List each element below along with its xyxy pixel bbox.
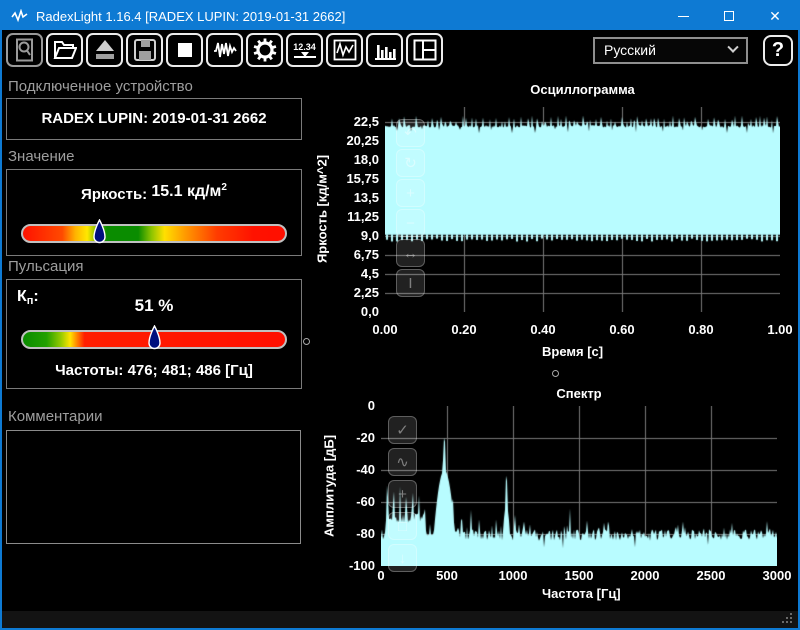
curve-icon: ∿ <box>396 454 409 471</box>
luminance-marker-icon <box>93 219 106 244</box>
oscillogram-xlabel: Время [с] <box>542 344 604 359</box>
spectrum-canvas[interactable] <box>381 406 777 566</box>
zoom-in-button[interactable]: + <box>396 179 425 207</box>
pulsation-section-header: Пульсация <box>8 258 84 275</box>
spectrum-xtick: 3000 <box>762 568 792 583</box>
spectrum-xtick: 1000 <box>498 568 528 583</box>
cursor-icon: I <box>408 274 413 292</box>
pulsation-box: Кп: 51 % Частоты: 476; 481; 486 [Гц] <box>6 279 302 389</box>
zoom-in-icon: + <box>406 184 415 202</box>
pulsation-marker-icon <box>148 325 161 350</box>
value-section-header: Значение <box>8 148 75 165</box>
spectrum-ytick: -60 <box>356 494 375 509</box>
luminance-scale-bar <box>21 219 287 244</box>
oscillogram-ytick: 22,5 <box>353 114 379 129</box>
oscillogram-ytick: 18,0 <box>353 152 379 167</box>
spectrum-xtick: 500 <box>436 568 458 583</box>
spectrum-ytick: -20 <box>356 430 375 445</box>
oscillogram-ytick: 4,5 <box>360 266 379 281</box>
oscillogram-ytick: 9,0 <box>360 228 379 243</box>
pulsation-value: 51 % <box>134 296 174 315</box>
oscillogram-ytick: 11,25 <box>347 209 379 224</box>
pulsation-scale-bar <box>21 325 287 350</box>
oscillogram-ytick: 15,75 <box>346 171 379 186</box>
resize-grip[interactable] <box>782 613 793 624</box>
device-box: RADEX LUPIN: 2019-01-31 2662 <box>6 98 302 140</box>
device-name: RADEX LUPIN: 2019-01-31 2662 <box>41 110 267 127</box>
oscillogram-xtick: 0.00 <box>372 322 398 337</box>
oscillogram-xtick: 0.20 <box>451 322 477 337</box>
oscillogram-ytick: 13,5 <box>353 190 379 205</box>
frequencies-text: Частоты: 476; 481; 486 [Гц] <box>55 362 253 379</box>
undo-icon: ↶ <box>404 125 417 142</box>
check-button[interactable]: ✓ <box>388 416 417 444</box>
spectrum-tools: ✓ ∿ + □ ↓ <box>388 416 417 572</box>
spectrum-xlabel: Частота [Гц] <box>542 586 621 601</box>
plus-icon: + <box>398 485 407 503</box>
check-icon: ✓ <box>396 422 409 439</box>
dot-marker-center <box>552 370 559 377</box>
spectrum-ytick: -80 <box>356 526 375 541</box>
dot-marker-left <box>303 338 310 345</box>
undo-button[interactable]: ↶ <box>396 119 425 147</box>
oscillogram-canvas[interactable] <box>385 107 780 312</box>
oscillogram-ytick: 2,25 <box>353 285 379 300</box>
oscillogram-ytick: 20,25 <box>346 133 379 148</box>
comments-input[interactable] <box>6 430 301 544</box>
download-icon: ↓ <box>398 549 407 567</box>
device-section-header: Подключенное устройство <box>8 78 193 95</box>
oscillogram-ytick: 6,75 <box>353 247 379 262</box>
refresh-button[interactable]: ↻ <box>396 149 425 177</box>
luminance-readout: Яркость: 15.1 кд/м2 <box>81 182 227 203</box>
oscillogram-xtick: 0.40 <box>530 322 556 337</box>
spectrum-xtick: 2000 <box>630 568 660 583</box>
oscillogram-tools: ↶ ↻ + − ↔ I <box>396 119 425 297</box>
cursor-button[interactable]: I <box>396 269 425 297</box>
value-box: Яркость: 15.1 кд/м2 <box>6 169 302 256</box>
spectrum-xtick: 0 <box>377 568 385 583</box>
curve-button[interactable]: ∿ <box>388 448 417 476</box>
spectrum-ytick: -40 <box>356 462 375 477</box>
spectrum-ylabel: Амплитуда [дБ] <box>321 434 337 538</box>
main-content: Подключенное устройство RADEX LUPIN: 201… <box>2 2 798 628</box>
zoom-out-icon: − <box>406 214 415 232</box>
spectrum-xtick: 2500 <box>696 568 726 583</box>
spectrum-ytick: 0 <box>367 398 375 413</box>
luminance-label: Яркость: <box>81 186 148 203</box>
oscillogram-xtick: 1.00 <box>767 322 793 337</box>
box-button[interactable]: □ <box>388 512 417 540</box>
app-window: RadexLight 1.16.4 [RADEX LUPIN: 2019-01-… <box>0 0 800 630</box>
comments-section-header: Комментарии <box>8 408 103 425</box>
refresh-icon: ↻ <box>404 155 417 172</box>
oscillogram-title: Осциллограмма <box>530 82 635 97</box>
zoom-out-button[interactable]: − <box>396 209 425 237</box>
plus-button[interactable]: + <box>388 480 417 508</box>
expand-icon: ↔ <box>403 244 418 262</box>
spectrum-xtick: 1500 <box>564 568 594 583</box>
status-bar <box>2 611 798 628</box>
oscillogram-ytick: 0,0 <box>360 304 379 319</box>
oscillogram-xtick: 0.80 <box>688 322 714 337</box>
expand-button[interactable]: ↔ <box>396 239 425 267</box>
spectrum-title: Спектр <box>556 386 602 401</box>
box-icon: □ <box>397 517 408 535</box>
oscillogram-xtick: 0.60 <box>609 322 635 337</box>
